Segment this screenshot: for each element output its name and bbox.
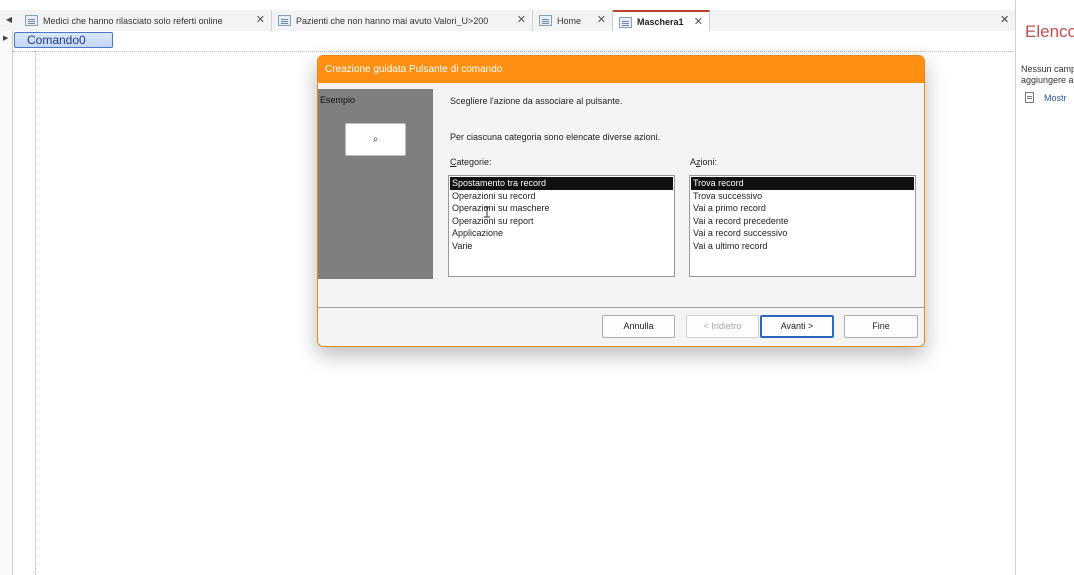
form-selector[interactable]: ▶ [0, 31, 13, 575]
close-tab-icon[interactable]: ✕ [694, 15, 703, 28]
actions-label: Azioni: [690, 157, 717, 167]
command-button-wizard-dialog: Creazione guidata Pulsante di comando Es… [317, 55, 925, 347]
tab-label: Maschera1 [637, 17, 684, 27]
list-item[interactable]: Vai a primo record [691, 202, 914, 215]
tab-pazienti-query[interactable]: Pazienti che non hanno mai avuto Valori_… [272, 10, 533, 31]
list-item[interactable]: Trova successivo [691, 190, 914, 203]
actions-listbox[interactable]: Trova record Trova successivo Vai a prim… [689, 175, 916, 277]
list-item[interactable]: Operazioni su record [450, 190, 673, 203]
tab-label: Medici che hanno rilasciato solo referti… [43, 15, 223, 26]
close-tab-icon[interactable]: ✕ [256, 13, 265, 26]
pane-message: Nessun camp aggiungere a [1021, 64, 1074, 85]
list-item[interactable]: Spostamento tra record [450, 177, 673, 190]
list-item[interactable]: Trova record [691, 177, 914, 190]
tab-label: Pazienti che non hanno mai avuto Valori_… [296, 15, 489, 26]
form-icon [619, 16, 632, 28]
field-list-pane: Elenco Nessun camp aggiungere a Mostr [1016, 10, 1074, 575]
list-item[interactable]: Vai a record successivo [691, 227, 914, 240]
query-icon [25, 15, 38, 26]
show-all-tables-link[interactable]: Mostr [1025, 92, 1067, 103]
categories-label: Categorie: [450, 157, 492, 167]
close-tab-icon[interactable]: ✕ [597, 13, 606, 26]
label-text: ategorie: [456, 157, 492, 167]
list-item[interactable]: Applicazione [450, 227, 673, 240]
close-document-icon[interactable]: ✕ [1000, 13, 1009, 26]
categories-listbox[interactable]: Spostamento tra record Operazioni su rec… [448, 175, 675, 277]
form-icon [539, 15, 552, 26]
cancel-button[interactable]: Annulla [602, 315, 675, 338]
record-selector-arrow-icon: ▶ [3, 35, 9, 42]
next-button[interactable]: Avanti > [760, 315, 834, 338]
label-text: ioni: [700, 157, 718, 167]
tab-medici-query[interactable]: Medici che hanno rilasciato solo referti… [19, 10, 272, 31]
close-tab-icon[interactable]: ✕ [517, 13, 526, 26]
finish-button[interactable]: Fine [844, 315, 918, 338]
info-text: Per ciascuna categoria sono elencate div… [450, 132, 661, 142]
tab-scroll-left-icon[interactable]: ◀ [3, 13, 15, 27]
sample-button-preview: ⌕ [345, 123, 406, 156]
pane-title: Elenco [1025, 22, 1074, 41]
table-list-icon [1025, 92, 1034, 103]
query-icon [278, 15, 291, 26]
tab-home[interactable]: Home ✕ [533, 10, 613, 31]
tab-label: Home [557, 15, 582, 26]
instruction-text: Scegliere l'azione da associare al pulsa… [450, 96, 623, 106]
divider [318, 307, 924, 308]
list-item[interactable]: Varie [450, 240, 673, 253]
document-tab-bar: ◀ Medici che hanno rilasciato solo refer… [0, 10, 1016, 32]
command-button-control[interactable]: Comando0 [14, 32, 113, 48]
tab-maschera1[interactable]: Maschera1 ✕ [613, 10, 710, 32]
search-icon: ⌕ [372, 134, 379, 145]
dialog-title: Creazione guidata Pulsante di comando [318, 56, 924, 83]
grid-line [35, 51, 36, 575]
list-item[interactable]: Vai a record precedente [691, 215, 914, 228]
mouse-cursor-icon [484, 206, 490, 218]
back-button[interactable]: < Indietro [686, 315, 759, 338]
grid-line [13, 51, 1013, 52]
sample-label: Esempio [320, 95, 356, 105]
show-all-tables-label: Mostr [1044, 92, 1067, 103]
sample-panel: Esempio ⌕ [318, 89, 433, 279]
list-item[interactable]: Vai a ultimo record [691, 240, 914, 253]
